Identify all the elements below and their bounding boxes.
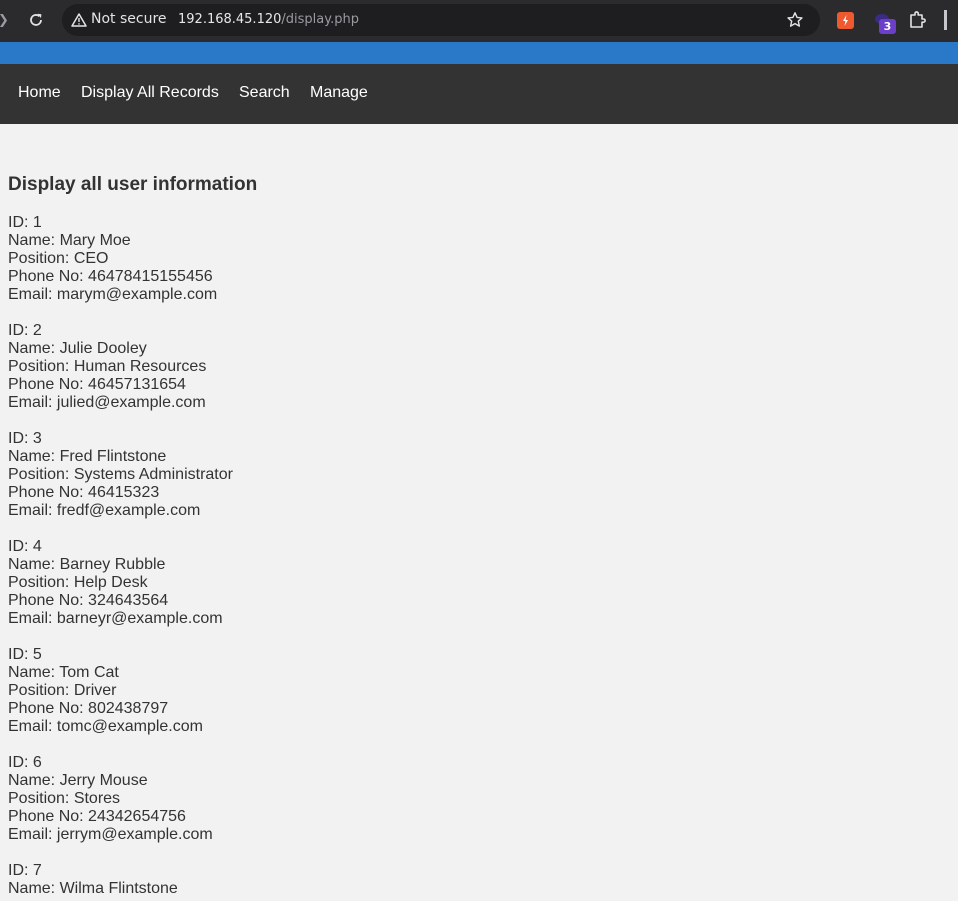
address-bar[interactable]: Not secure 192.168.45.120/display.php [62, 4, 820, 36]
record-id: ID: 1 [8, 214, 42, 231]
record-email: Email: marym@example.com [8, 286, 218, 303]
header-strip [0, 42, 958, 64]
record-item: ID: 2 Name: Julie Dooley Position: Human… [8, 322, 608, 412]
record-id: ID: 5 [8, 646, 42, 663]
record-item: ID: 4 Name: Barney Rubble Position: Help… [8, 538, 608, 628]
record-position: Position: CEO [8, 250, 109, 267]
record-name: Name: Tom Cat [8, 664, 119, 681]
reload-icon[interactable] [26, 10, 46, 30]
url-path: /display.php [281, 12, 359, 27]
record-email: Email: jerrym@example.com [8, 826, 213, 843]
record-email: Email: barneyr@example.com [8, 610, 223, 627]
record-name: Name: Fred Flintstone [8, 448, 167, 465]
record-item: ID: 5 Name: Tom Cat Position: Driver Pho… [8, 646, 608, 736]
record-name: Name: Jerry Mouse [8, 772, 148, 789]
record-position: Position: Systems Administrator [8, 466, 233, 483]
navbar: Home Display All Records Search Manage [0, 64, 958, 124]
record-item: ID: 7 Name: Wilma Flintstone [8, 862, 608, 898]
record-item: ID: 3 Name: Fred Flintstone Position: Sy… [8, 430, 608, 520]
security-label[interactable]: Not secure [91, 11, 167, 27]
record-name: Name: Julie Dooley [8, 340, 147, 357]
record-phone: Phone No: 46478415155456 [8, 268, 213, 285]
page-title: Display all user information [8, 174, 258, 195]
extension-icon[interactable] [837, 12, 854, 29]
record-item: ID: 1 Name: Mary Moe Position: CEO Phone… [8, 214, 608, 304]
nav-link-home[interactable]: Home [18, 84, 61, 102]
record-position: Position: Human Resources [8, 358, 207, 375]
records-list: ID: 1 Name: Mary Moe Position: CEO Phone… [8, 214, 608, 901]
record-email: Email: julied@example.com [8, 394, 206, 411]
browser-toolbar: ❯ Not secure 192.168.45.120/display.php [0, 0, 958, 42]
record-name: Name: Wilma Flintstone [8, 880, 178, 897]
record-phone: Phone No: 46457131654 [8, 376, 186, 393]
record-position: Position: Stores [8, 790, 121, 807]
record-position: Position: Help Desk [8, 574, 148, 591]
record-position: Position: Driver [8, 682, 117, 699]
puzzle-icon[interactable] [908, 10, 928, 30]
record-item: ID: 6 Name: Jerry Mouse Position: Stores… [8, 754, 608, 844]
star-icon[interactable] [786, 11, 804, 29]
url-text[interactable]: 192.168.45.120/display.php [178, 12, 359, 27]
record-phone: Phone No: 46415323 [8, 484, 160, 501]
extension-badge: 3 [879, 19, 896, 34]
url-host: 192.168.45.120 [178, 12, 282, 27]
record-phone: Phone No: 802438797 [8, 700, 169, 717]
record-email: Email: fredf@example.com [8, 502, 201, 519]
record-phone: Phone No: 324643564 [8, 592, 169, 609]
record-id: ID: 3 [8, 430, 42, 447]
nav-link-display-all-records[interactable]: Display All Records [81, 84, 219, 102]
nav-link-manage[interactable]: Manage [310, 84, 368, 102]
warning-icon[interactable] [71, 13, 87, 27]
record-id: ID: 7 [8, 862, 42, 879]
back-arrow-icon[interactable]: ❯ [0, 13, 9, 28]
record-name: Name: Mary Moe [8, 232, 131, 249]
profile-avatar[interactable] [944, 10, 947, 30]
record-phone: Phone No: 24342654756 [8, 808, 186, 825]
record-name: Name: Barney Rubble [8, 556, 166, 573]
record-email: Email: tomc@example.com [8, 718, 203, 735]
record-id: ID: 6 [8, 754, 42, 771]
record-id: ID: 2 [8, 322, 42, 339]
record-id: ID: 4 [8, 538, 42, 555]
nav-link-search[interactable]: Search [239, 84, 290, 102]
